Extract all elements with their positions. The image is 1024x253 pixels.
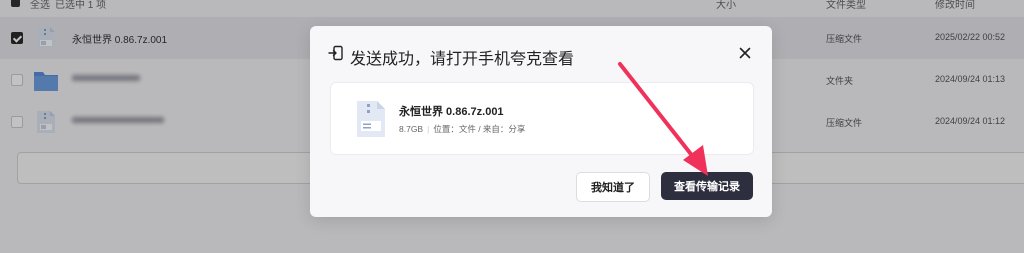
zip-file-icon	[357, 101, 385, 137]
close-icon[interactable]	[736, 44, 754, 62]
sent-file-meta: 8.7GB | 位置：文件 / 来自：分享	[399, 123, 525, 135]
sent-file-size: 8.7GB	[399, 124, 424, 134]
meta-divider: |	[427, 124, 430, 134]
sent-file-location: 位置：文件 / 来自：分享	[433, 124, 526, 134]
dialog-title: 发送成功，请打开手机夸克查看	[350, 51, 575, 68]
sent-file-name: 永恒世界 0.86.7z.001	[399, 106, 504, 118]
got-it-button[interactable]: 我知道了	[576, 172, 650, 202]
view-transfer-history-button[interactable]: 查看传输记录	[661, 172, 753, 200]
send-to-phone-icon	[328, 45, 343, 61]
sent-file-card: 永恒世界 0.86.7z.001 8.7GB | 位置：文件 / 来自：分享	[330, 82, 754, 155]
send-success-dialog: 发送成功，请打开手机夸克查看 永恒世界 0.86.7z.001 8.7GB | 位置…	[310, 26, 772, 217]
